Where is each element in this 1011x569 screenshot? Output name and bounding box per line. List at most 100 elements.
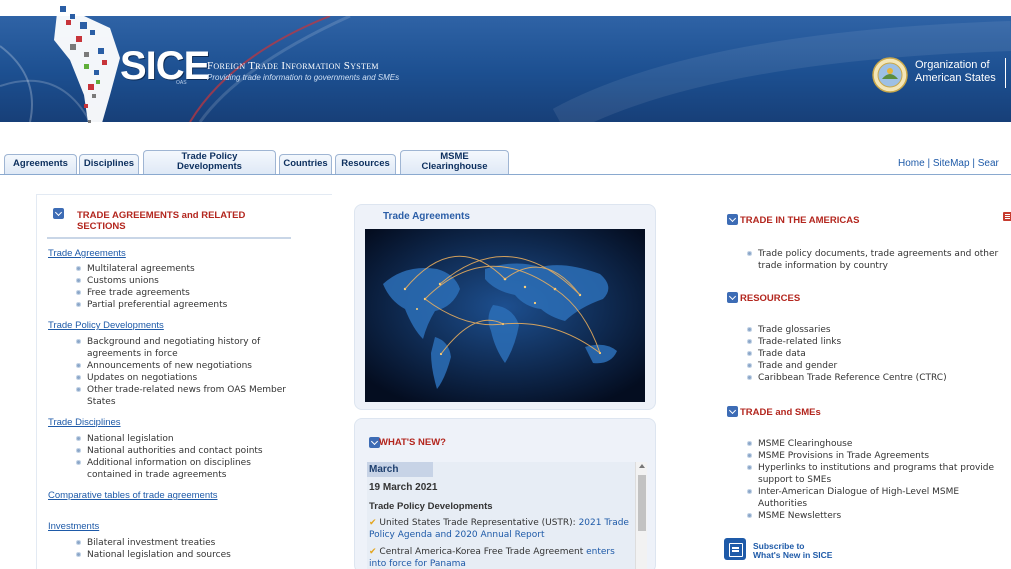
list-item[interactable]: Hyperlinks to institutions and programs … [746,462,994,474]
tab-resources[interactable]: Resources [335,154,396,174]
trade-disciplines-list: National legislation National authoritie… [75,433,263,481]
nav-underline [0,174,1011,175]
oas-name[interactable]: Organization of American States [915,59,1005,85]
scroll-up-arrow-icon[interactable] [639,464,645,468]
trade-in-americas-list: Trade policy documents, trade agreements… [746,248,998,272]
subscribe-link[interactable]: Subscribe to What's New in SICE [753,542,832,560]
trade-disciplines-link[interactable]: Trade Disciplines [48,417,121,428]
list-item[interactable]: Caribbean Trade Reference Centre (CTRC) [746,372,947,384]
trade-agreements-title[interactable]: Trade Agreements [383,211,470,222]
heading-rule [47,237,291,239]
list-item[interactable]: National legislation and sources [75,549,231,561]
list-item-continuation[interactable]: trade information by country [746,260,998,272]
oas-name-line2: American States [915,72,996,84]
home-link[interactable]: Home [898,158,925,169]
sice-logo-subtext: OAS [176,80,187,86]
panel-heading-line2: SECTIONS [77,221,126,232]
tab-msme-clearinghouse[interactable]: MSME Clearinghouse [400,150,509,174]
list-item[interactable]: National authorities and contact points [75,445,263,457]
banner-divider [1005,58,1006,88]
list-item-continuation[interactable]: Authorities [746,498,994,510]
oas-name-line1: Organization of [915,59,990,71]
trade-and-smes-heading: TRADE and SMEs [740,407,821,418]
tab-agreements[interactable]: Agreements [4,154,77,174]
trade-in-americas-heading: TRADE IN THE AMERICAS [740,215,860,226]
world-network-graphic [365,229,645,402]
checkbox-icon [727,214,738,225]
list-item[interactable]: Trade policy documents, trade agreements… [746,248,998,260]
panel-heading: TRADE AGREEMENTS and RELATED SECTIONS [77,210,245,232]
scrollbar-thumb[interactable] [638,475,646,531]
site-title: Foreign Trade Information System [207,60,379,72]
list-item[interactable]: Announcements of new negotiations [75,360,286,372]
checkbox-icon [727,292,738,303]
center-column: Trade Agreements WHAT'S NEW? March 19 Ma… [354,204,656,569]
list-item[interactable]: Additional information on disciplines [75,457,263,469]
pdf-icon[interactable] [1003,212,1011,221]
list-item[interactable]: MSME Clearinghouse [746,438,994,450]
list-item-continuation[interactable]: States [75,396,286,408]
news-item: ✔ United States Trade Representative (US… [369,517,631,541]
utility-links: Home | SiteMap | Sear [898,158,999,169]
trade-policy-list: Background and negotiating history of ag… [75,336,286,408]
resources-heading: RESOURCES [740,293,801,304]
list-item[interactable]: MSME Provisions in Trade Agreements [746,450,994,462]
tab-countries[interactable]: Countries [279,154,332,174]
search-link[interactable]: Sear [978,158,999,169]
list-item[interactable]: Inter-American Dialogue of High-Level MS… [746,486,994,498]
list-item[interactable]: Trade data [746,348,947,360]
news-date: 19 March 2021 [369,482,438,493]
list-item[interactable]: Bilateral investment treaties [75,537,231,549]
trade-agreements-box: Trade Agreements [354,204,656,410]
list-item[interactable]: Free trade agreements [75,287,227,299]
resources-list: Trade glossaries Trade-related links Tra… [746,324,947,384]
trade-agreements-panel: TRADE AGREEMENTS and RELATED SECTIONS Tr… [36,194,332,569]
list-item[interactable]: Background and negotiating history of [75,336,286,348]
investments-link[interactable]: Investments [48,521,99,532]
list-item[interactable]: Other trade-related news from OAS Member [75,384,286,396]
list-item-continuation[interactable]: support to SMEs [746,474,994,486]
world-network-image[interactable] [365,229,645,402]
right-column: TRADE IN THE AMERICAS Trade policy docum… [724,206,1011,569]
comparative-tables-link[interactable]: Comparative tables of trade agreements [48,490,218,501]
month-label: March [367,462,433,477]
checkbox-icon [727,406,738,417]
whats-new-scroll-area[interactable]: March 19 March 2021 Trade Policy Develop… [367,462,647,569]
checkmark-icon: ✔ [369,518,377,528]
whats-new-heading: WHAT'S NEW? [379,437,446,448]
site-banner: SICE OAS Foreign Trade Information Syste… [0,0,1011,140]
list-item[interactable]: Customs unions [75,275,227,287]
panel-heading-line1: TRADE AGREEMENTS and RELATED [77,210,246,221]
sitemap-link[interactable]: SiteMap [933,158,970,169]
oas-seal-icon[interactable] [872,57,908,93]
list-item[interactable]: Updates on negotiations [75,372,286,384]
list-item[interactable]: Trade-related links [746,336,947,348]
trade-policy-developments-link[interactable]: Trade Policy Developments [48,320,164,331]
subscribe-line2: What's New in SICE [753,550,833,560]
site-tagline: Providing trade information to governmen… [207,73,400,82]
main-nav: Agreements Disciplines Trade Policy Deve… [0,148,1011,178]
whats-new-box: WHAT'S NEW? March 19 March 2021 Trade Po… [354,418,656,569]
news-item-text: United States Trade Representative (USTR… [379,518,579,528]
trade-agreements-list: Multilateral agreements Customs unions F… [75,263,227,311]
list-item[interactable]: MSME Newsletters [746,510,994,522]
newsletter-icon[interactable] [724,538,746,560]
scrollbar[interactable] [635,462,647,569]
news-category: Trade Policy Developments [369,501,493,512]
news-item: ✔ Central America-Korea Free Trade Agree… [369,546,631,569]
list-item[interactable]: Trade glossaries [746,324,947,336]
list-item[interactable]: Trade and gender [746,360,947,372]
list-item-continuation[interactable]: contained in trade agreements [75,469,263,481]
list-item[interactable]: Multilateral agreements [75,263,227,275]
investments-list: Bilateral investment treaties National l… [75,537,231,561]
tab-label-line2: Clearinghouse [421,161,488,172]
list-item-continuation[interactable]: agreements in force [75,348,286,360]
news-item-text: Central America-Korea Free Trade Agreeme… [379,547,587,557]
trade-agreements-link[interactable]: Trade Agreements [48,248,126,259]
tab-trade-policy-developments[interactable]: Trade Policy Developments [143,150,276,174]
list-item[interactable]: Partial preferential agreements [75,299,227,311]
list-item[interactable]: National legislation [75,433,263,445]
tab-label-line2: Developments [177,161,242,172]
tab-disciplines[interactable]: Disciplines [79,154,139,174]
checkmark-icon: ✔ [369,547,377,557]
